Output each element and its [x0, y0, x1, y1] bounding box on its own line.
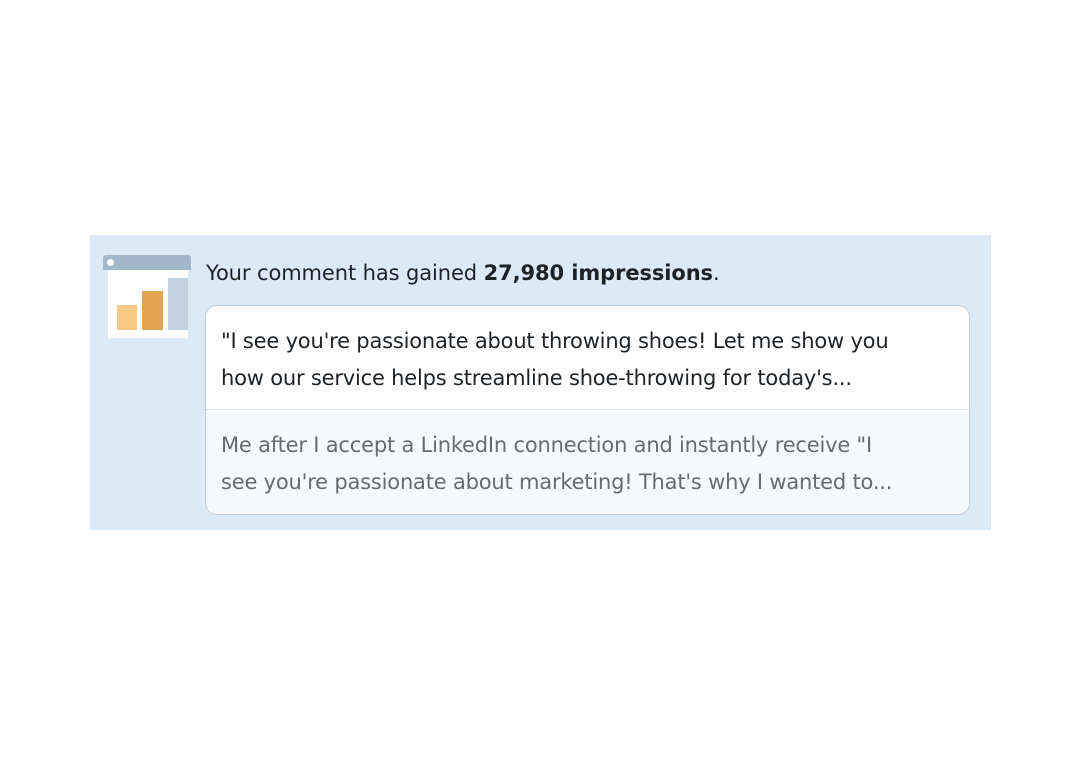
headline-suffix: .: [712, 261, 720, 285]
original-post-preview[interactable]: Me after I accept a LinkedIn connection …: [206, 410, 969, 514]
impressions-count: 27,980 impressions: [483, 261, 713, 285]
notification-headline[interactable]: Your comment has gained 27,980 impressio…: [206, 261, 720, 285]
comment-line-2: how our service helps streamline shoe-th…: [221, 366, 852, 390]
chart-bar-large: [168, 278, 188, 330]
comment-text[interactable]: "I see you're passionate about throwing …: [206, 306, 969, 410]
headline-prefix: Your comment has gained: [206, 261, 478, 285]
analytics-chart-icon: [103, 255, 191, 339]
post-line-2: see you're passionate about marketing! T…: [221, 470, 893, 494]
chart-frame: [108, 261, 188, 338]
chart-window-bar: [103, 255, 191, 270]
chart-bar-medium: [142, 291, 163, 330]
comment-line-1: "I see you're passionate about throwing …: [221, 329, 889, 353]
window-dot-icon: [107, 259, 114, 266]
impressions-notification[interactable]: Your comment has gained 27,980 impressio…: [90, 235, 991, 530]
comment-preview-card[interactable]: "I see you're passionate about throwing …: [205, 305, 970, 515]
post-line-1: Me after I accept a LinkedIn connection …: [221, 433, 872, 457]
chart-bar-small: [117, 305, 137, 330]
